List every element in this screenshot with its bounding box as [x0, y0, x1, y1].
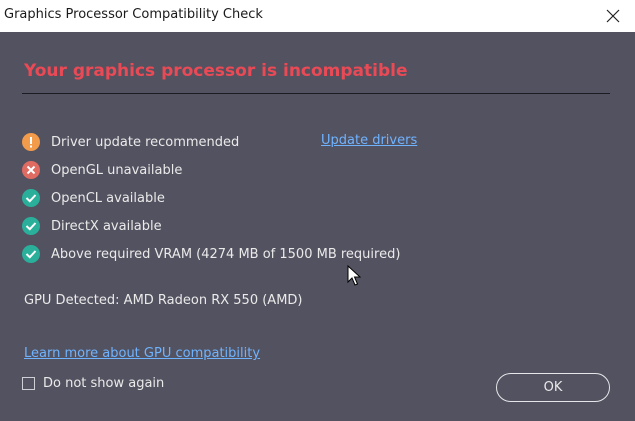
close-icon [606, 9, 620, 23]
ok-button[interactable]: OK [496, 373, 610, 402]
check-icon [22, 245, 40, 263]
check-row-opengl: OpenGL unavailable [22, 160, 182, 180]
check-row-vram: Above required VRAM (4274 MB of 1500 MB … [22, 244, 400, 264]
check-label: Driver update recommended [51, 134, 240, 150]
window-title: Graphics Processor Compatibility Check [4, 7, 263, 22]
check-label: OpenGL unavailable [51, 162, 183, 178]
close-button[interactable] [591, 0, 635, 32]
update-drivers-link[interactable]: Update drivers [321, 133, 417, 148]
title-bar: Graphics Processor Compatibility Check [0, 0, 635, 32]
error-icon [22, 161, 40, 179]
dont-show-again-label: Do not show again [43, 376, 165, 391]
dont-show-again-checkbox[interactable]: Do not show again [22, 376, 164, 391]
check-label: Above required VRAM (4274 MB of 1500 MB … [51, 246, 401, 262]
status-heading: Your graphics processor is incompatible [24, 61, 408, 81]
gpu-detected-text: GPU Detected: AMD Radeon RX 550 (AMD) [24, 293, 303, 308]
divider [22, 93, 610, 94]
check-row-driver: Driver update recommended [22, 132, 239, 152]
check-icon [22, 217, 40, 235]
check-row-opencl: OpenCL available [22, 188, 165, 208]
checkbox-box[interactable] [22, 377, 35, 390]
warning-icon [22, 133, 40, 151]
learn-more-link[interactable]: Learn more about GPU compatibility [24, 346, 260, 361]
dialog-content: Your graphics processor is incompatible … [0, 32, 635, 421]
mouse-cursor-icon [347, 265, 361, 286]
check-row-directx: DirectX available [22, 216, 162, 236]
check-icon [22, 189, 40, 207]
check-label: OpenCL available [51, 190, 165, 206]
check-label: DirectX available [51, 218, 162, 234]
